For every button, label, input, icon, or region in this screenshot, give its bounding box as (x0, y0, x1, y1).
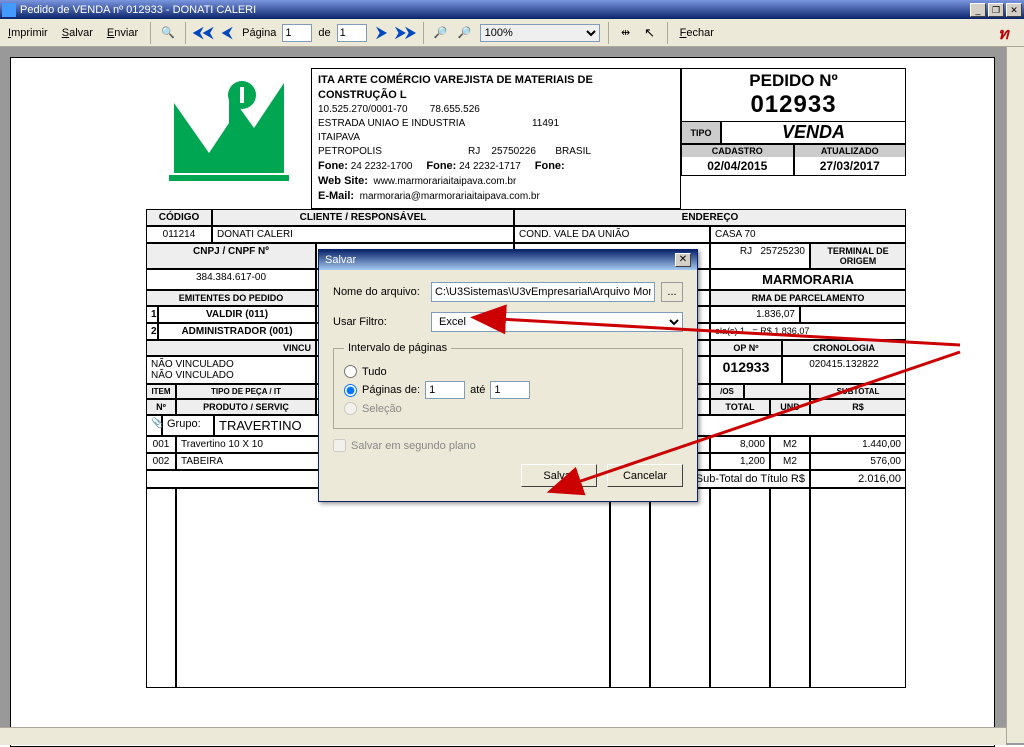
company-name: ITA ARTE COMÉRCIO VAREJISTA DE MATERIAIS… (318, 74, 593, 101)
company-logo (146, 68, 311, 198)
minimize-button[interactable]: _ (970, 3, 986, 17)
zoom-select[interactable]: 100% (480, 24, 600, 42)
save-menu[interactable]: Salvar (58, 25, 97, 41)
save-dialog: Salvar ✕ Nome do arquivo: ... Usar Filtr… (318, 249, 698, 502)
cadastro-value: 02/04/2015 (682, 157, 793, 175)
restore-button[interactable]: ❐ (988, 3, 1004, 17)
page-current-input[interactable] (282, 24, 312, 42)
tipo-label: TIPO (681, 121, 721, 144)
window-titlebar: Pedido de VENDA nº 012933 - DONATI CALER… (0, 0, 1024, 19)
page-total-input (337, 24, 367, 42)
first-page-icon[interactable]: ⮜⮜ (194, 24, 212, 42)
company-info: ITA ARTE COMÉRCIO VAREJISTA DE MATERIAIS… (311, 68, 681, 209)
dialog-save-button[interactable]: Salvar (521, 464, 597, 487)
radio-selection (344, 402, 357, 415)
page-of-label: de (318, 27, 330, 39)
op-value: 012933 (710, 356, 782, 384)
zoom-fit-icon[interactable]: 🔎 (456, 24, 474, 42)
order-title: PEDIDO Nº (682, 71, 905, 91)
radio-all[interactable] (344, 365, 357, 378)
tipo-value: VENDA (721, 121, 906, 144)
zoom-tool-icon[interactable]: 🔎 (432, 24, 450, 42)
dialog-title: Salvar (325, 254, 356, 266)
cadastro-label: CADASTRO (682, 145, 793, 157)
filter-select[interactable]: Excel (431, 312, 683, 332)
pointer-icon[interactable]: ↖ (641, 24, 659, 42)
app-icon (2, 3, 16, 17)
parcelamento-label: RMA DE PARCELAMENTO (710, 290, 906, 306)
cnpj-value: 384.384.617-00 (146, 269, 316, 290)
toolbar: Imprimir Salvar Enviar 🔍 ⮜⮜ ⮜ Página de … (0, 19, 1024, 47)
page-label: Página (242, 27, 276, 39)
filename-label: Nome do arquivo: (333, 286, 425, 298)
pages-to-input[interactable] (490, 381, 530, 399)
dialog-cancel-button[interactable]: Cancelar (607, 464, 683, 487)
atualizado-label: ATUALIZADO (795, 145, 906, 157)
filter-label: Usar Filtro: (333, 316, 425, 328)
print-menu[interactable]: Imprimir (4, 25, 52, 41)
next-page-icon[interactable]: ⮞ (373, 24, 391, 42)
find-icon[interactable]: 🔍 (159, 24, 177, 42)
prev-page-icon[interactable]: ⮜ (218, 24, 236, 42)
emitentes-label: EMITENTES DO PEDIDO (146, 290, 316, 306)
page-range-fieldset: Intervalo de páginas Tudo Páginas de: at… (333, 342, 683, 429)
atualizado-value: 27/03/2017 (795, 157, 906, 175)
dialog-titlebar[interactable]: Salvar ✕ (319, 250, 697, 270)
codigo-value: 011214 (146, 226, 212, 243)
terminal-value: MARMORARIA (710, 269, 906, 290)
codigo-label: CÓDIGO (146, 209, 212, 226)
horizontal-scrollbar[interactable] (0, 727, 1006, 745)
endereco-label: ENDEREÇO (514, 209, 906, 226)
browse-button[interactable]: ... (661, 282, 683, 302)
filename-input[interactable] (431, 282, 655, 302)
window-title: Pedido de VENDA nº 012933 - DONATI CALER… (20, 4, 968, 16)
close-button[interactable]: ✕ (1006, 3, 1022, 17)
brand-logo-icon: ท (998, 22, 1020, 44)
vertical-scrollbar[interactable] (1006, 47, 1024, 743)
pages-from-input[interactable] (425, 381, 465, 399)
cronologia-label: CRONOLOGIA (782, 340, 906, 356)
background-checkbox (333, 439, 346, 452)
terminal-label: TERMINAL DE ORIGEM (810, 243, 906, 269)
cliente-value: DONATI CALERI (212, 226, 514, 243)
cronologia-value: 020415.132822 (782, 356, 906, 384)
order-box: PEDIDO Nº 012933 TIPO VENDA CADASTRO 02/… (681, 68, 906, 209)
last-page-icon[interactable]: ⮞⮞ (397, 24, 415, 42)
order-number: 012933 (682, 91, 905, 119)
cliente-label: CLIENTE / RESPONSÁVEL (212, 209, 514, 226)
close-menu[interactable]: Fechar (676, 25, 718, 41)
subtotal-value: 2.016,00 (810, 470, 906, 488)
send-menu[interactable]: Enviar (103, 25, 142, 41)
radio-pages[interactable] (344, 384, 357, 397)
ruler-icon[interactable]: ⇹ (617, 24, 635, 42)
clip-icon: 📎 (146, 415, 162, 436)
op-label: OP Nº (710, 340, 782, 356)
range-legend: Intervalo de páginas (344, 342, 451, 354)
dialog-close-icon[interactable]: ✕ (675, 253, 691, 267)
cnpj-label: CNPJ / CNPF Nº (146, 243, 316, 269)
